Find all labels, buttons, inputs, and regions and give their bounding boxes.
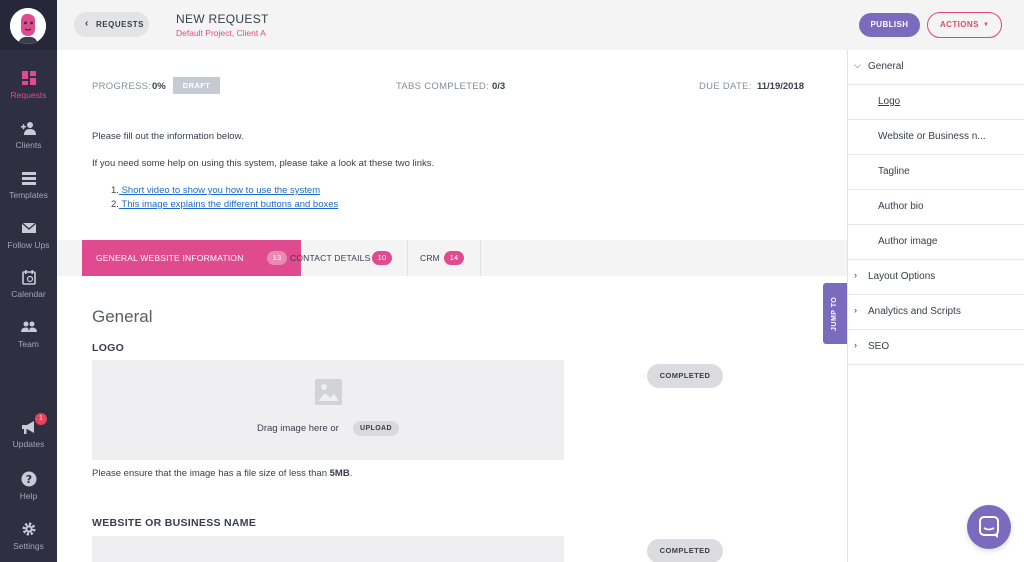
sidebar-item-label: Team xyxy=(18,339,39,349)
panel-group-seo[interactable]: › SEO xyxy=(848,330,1024,365)
help-link-item: 1. Short video to show you how to use th… xyxy=(111,185,321,196)
tabs-completed-label: TABS COMPLETED: xyxy=(396,81,490,92)
tab-count-badge: 10 xyxy=(372,251,392,265)
megaphone-icon xyxy=(21,421,34,434)
envelope-icon xyxy=(21,222,36,233)
templates-icon xyxy=(21,172,36,185)
section-title: General xyxy=(92,307,153,326)
panel-group-analytics-scripts[interactable]: › Analytics and Scripts xyxy=(848,295,1024,330)
caret-down-icon: ▼ xyxy=(983,22,990,28)
chevron-right-icon: › xyxy=(854,270,857,280)
status-badge: DRAFT xyxy=(173,77,220,94)
sidebar-item-follow-ups[interactable]: Follow Ups xyxy=(0,220,57,264)
page-title: NEW REQUEST xyxy=(176,12,269,26)
intro-text: Please fill out the information below. xyxy=(92,131,244,142)
section-tabs: GENERAL WEBSITE INFORMATION 13 CONTACT D… xyxy=(57,240,847,276)
field-title-website-name: WEBSITE OR BUSINESS NAME xyxy=(92,517,257,529)
sidebar-item-team[interactable]: Team xyxy=(0,319,57,363)
panel-group-general[interactable]: ⌵ General xyxy=(848,50,1024,85)
dropzone-text: Drag image here or xyxy=(257,423,339,434)
tab-crm[interactable]: CRM 14 xyxy=(408,240,481,276)
help-link-item: 2. This image explains the different but… xyxy=(111,199,339,210)
sidebar-item-label: Templates xyxy=(9,190,48,200)
sidebar-item-label: Updates xyxy=(12,439,45,449)
chevron-left-icon: ‹ xyxy=(85,18,89,29)
website-name-input[interactable] xyxy=(92,536,564,562)
sidebar-item-help[interactable]: ? Help xyxy=(0,471,57,515)
logo-dropzone[interactable]: Drag image here or UPLOAD xyxy=(92,360,564,460)
sidebar-item-calendar[interactable]: Calendar xyxy=(0,269,57,313)
sidebar-item-clients[interactable]: Clients xyxy=(0,120,57,164)
file-size-note: Please ensure that the image has a file … xyxy=(92,468,353,479)
sidebar-item-templates[interactable]: Templates xyxy=(0,170,57,214)
image-placeholder-icon xyxy=(315,379,342,405)
sidebar-item-requests[interactable]: Requests xyxy=(0,70,57,114)
notification-badge: 1 xyxy=(35,413,47,425)
progress-value: 0% xyxy=(152,81,166,92)
due-date-label: DUE DATE: xyxy=(699,81,752,92)
sidebar-item-label: Help xyxy=(19,491,38,501)
grid-icon xyxy=(21,71,36,85)
back-to-requests-button[interactable]: ‹ REQUESTS xyxy=(74,12,149,37)
tab-general-website-information[interactable]: GENERAL WEBSITE INFORMATION 13 xyxy=(82,240,301,276)
tab-count-badge: 14 xyxy=(444,251,464,265)
avatar[interactable] xyxy=(10,8,46,44)
chevron-down-icon: ⌵ xyxy=(854,60,861,70)
sidebar-item-label: Settings xyxy=(13,541,44,551)
actions-button[interactable]: ACTIONS ▼ xyxy=(927,12,1002,38)
tab-contact-details[interactable]: CONTACT DETAILS 10 xyxy=(276,240,408,276)
sidebar-item-label: Follow Ups xyxy=(7,240,50,250)
publish-button[interactable]: PUBLISH xyxy=(859,13,920,37)
header: ‹ REQUESTS NEW REQUEST Default Project, … xyxy=(57,0,1024,50)
calendar-icon xyxy=(21,270,36,285)
jump-to-panel: ⌵ General Logo Website or Business n... … xyxy=(847,50,1024,562)
logo-completed-button[interactable]: COMPLETED xyxy=(647,364,723,388)
progress-label: PROGRESS: xyxy=(92,81,152,92)
panel-item-author-bio[interactable]: Author bio xyxy=(848,190,1024,225)
chat-icon xyxy=(979,516,999,538)
intro-help-text: If you need some help on using this syst… xyxy=(92,158,435,169)
website-name-completed-button[interactable]: COMPLETED xyxy=(647,539,723,562)
help-icon: ? xyxy=(21,471,36,487)
chevron-right-icon: › xyxy=(854,340,857,350)
panel-item-tagline[interactable]: Tagline xyxy=(848,155,1024,190)
due-date-value: 11/19/2018 xyxy=(757,81,805,92)
page-subtitle[interactable]: Default Project, Client A xyxy=(176,28,266,38)
help-video-link[interactable]: Short video to show you how to use the s… xyxy=(119,185,321,196)
gear-icon xyxy=(22,522,35,536)
sidebar-item-updates[interactable]: 1 Updates xyxy=(0,413,57,463)
help-image-link[interactable]: This image explains the different button… xyxy=(119,199,338,210)
sidebar-item-label: Clients xyxy=(15,140,42,150)
field-title-logo: LOGO xyxy=(92,342,125,354)
jump-to-tab[interactable]: JUMP TO xyxy=(823,283,847,344)
sidebar-item-label: Calendar xyxy=(11,289,46,299)
user-add-icon xyxy=(20,122,36,135)
chat-launcher-button[interactable] xyxy=(967,505,1011,549)
upload-button[interactable]: UPLOAD xyxy=(353,421,399,436)
sidebar-item-settings[interactable]: Settings xyxy=(0,521,57,562)
panel-item-website-name[interactable]: Website or Business n... xyxy=(848,120,1024,155)
svg-text:?: ? xyxy=(25,473,31,486)
sidebar: Requests Clients Templates Follow Ups Ca… xyxy=(0,0,57,562)
panel-item-author-image[interactable]: Author image xyxy=(848,225,1024,260)
panel-group-layout-options[interactable]: › Layout Options xyxy=(848,260,1024,295)
team-icon xyxy=(20,321,37,332)
chevron-right-icon: › xyxy=(854,305,857,315)
avatar-area xyxy=(0,0,57,50)
sidebar-item-label: Requests xyxy=(10,90,47,100)
panel-item-logo[interactable]: Logo xyxy=(848,85,1024,120)
tabs-completed-value: 0/3 xyxy=(492,81,506,92)
